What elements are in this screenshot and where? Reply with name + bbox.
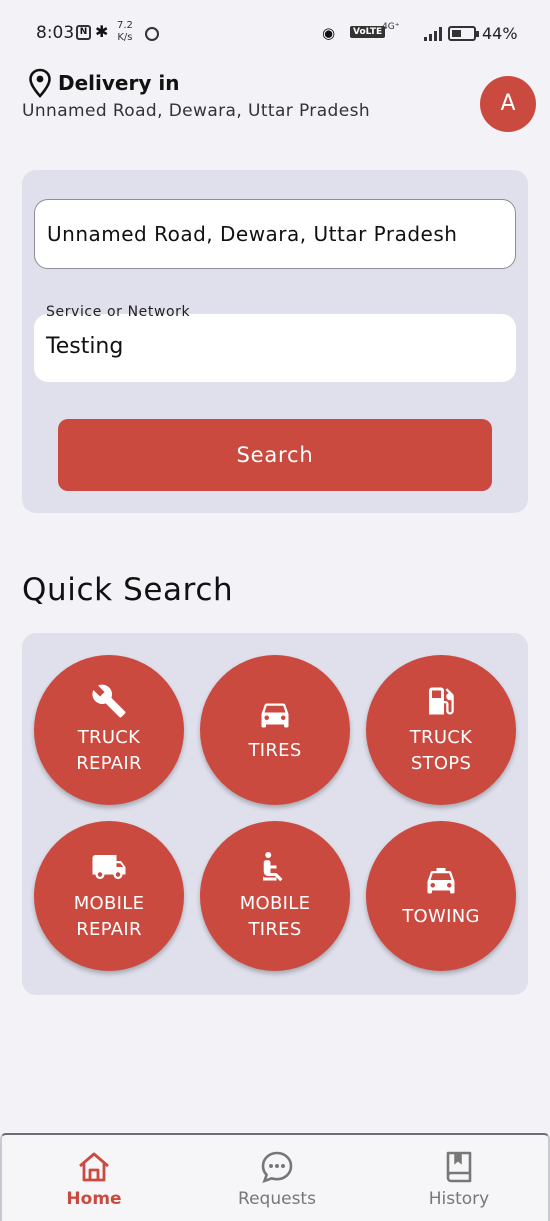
avatar[interactable]: A — [480, 76, 536, 132]
nav-requests[interactable]: Requests — [217, 1149, 337, 1209]
quick-tires-button[interactable]: TIRES — [200, 655, 350, 805]
quick-item-label: MOBILE REPAIR — [73, 893, 145, 940]
nav-history-label: History — [428, 1189, 490, 1209]
quick-item-label: TRUCK REPAIR — [76, 727, 142, 774]
search-panel: Unnamed Road, Dewara, Uttar Pradesh Serv… — [22, 170, 528, 513]
hotspot-icon: ◉ — [322, 24, 336, 42]
battery-level — [452, 30, 461, 37]
person-seated-icon — [263, 852, 283, 882]
car-icon — [261, 703, 289, 728]
bottom-nav: Home Requests History — [0, 1133, 550, 1221]
quick-search-title: Quick Search — [22, 572, 234, 608]
bluetooth-icon: ✱ — [95, 22, 109, 41]
battery-icon — [448, 26, 479, 41]
quick-mobile-repair-button[interactable]: MOBILE REPAIR — [34, 821, 184, 971]
wrench-icon — [92, 684, 126, 718]
home-icon — [79, 1152, 109, 1182]
quick-item-label: TOWING — [402, 906, 480, 927]
network-type: 4G⁺ — [382, 22, 400, 32]
network-speed-value: 7.2 — [117, 20, 133, 31]
quick-truck-stops-button[interactable]: TRUCK STOPS — [366, 655, 516, 805]
quick-item-label: TIRES — [248, 740, 302, 761]
signal-icon — [424, 27, 442, 41]
book-icon — [446, 1151, 472, 1183]
quick-search-panel: TRUCK REPAIR TIRES TRUCK STOPS MOBILE RE… — [22, 633, 528, 995]
chat-bubble-icon — [261, 1151, 293, 1184]
fuel-pump-icon — [429, 687, 454, 715]
address-input[interactable]: Unnamed Road, Dewara, Uttar Pradesh — [34, 199, 516, 269]
service-input[interactable]: Testing — [46, 334, 123, 359]
service-field[interactable]: Service or Network Testing — [34, 304, 516, 382]
nav-home-label: Home — [66, 1189, 122, 1209]
taxi-icon — [427, 868, 455, 894]
truck-icon — [92, 855, 126, 879]
battery-percent: 44% — [482, 24, 518, 43]
volte-badge: VoLTE — [350, 26, 386, 38]
delivery-header[interactable]: Delivery in — [28, 68, 179, 98]
nav-requests-label: Requests — [238, 1189, 316, 1209]
sync-icon — [145, 27, 159, 41]
nfc-icon: N — [76, 25, 91, 40]
status-time: 8:03 — [36, 23, 75, 43]
network-speed-unit: K/s — [117, 32, 133, 43]
network-speed: 7.2 K/s — [117, 20, 133, 44]
location-pin-icon — [29, 68, 51, 98]
quick-towing-button[interactable]: TOWING — [366, 821, 516, 971]
nav-history[interactable]: History — [399, 1149, 519, 1209]
quick-mobile-tires-button[interactable]: MOBILE TIRES — [200, 821, 350, 971]
nav-home[interactable]: Home — [34, 1149, 154, 1209]
quick-truck-repair-button[interactable]: TRUCK REPAIR — [34, 655, 184, 805]
status-bar: 8:03 N ✱ 7.2 K/s ◉ VoLTE 4G⁺ 44% — [0, 0, 550, 68]
service-label: Service or Network — [46, 304, 191, 320]
delivery-title: Delivery in — [58, 71, 180, 95]
search-button[interactable]: Search — [58, 419, 492, 491]
quick-item-label: TRUCK STOPS — [409, 727, 473, 774]
delivery-address[interactable]: Unnamed Road, Dewara, Uttar Pradesh — [22, 101, 370, 121]
quick-item-label: MOBILE TIRES — [239, 893, 311, 940]
